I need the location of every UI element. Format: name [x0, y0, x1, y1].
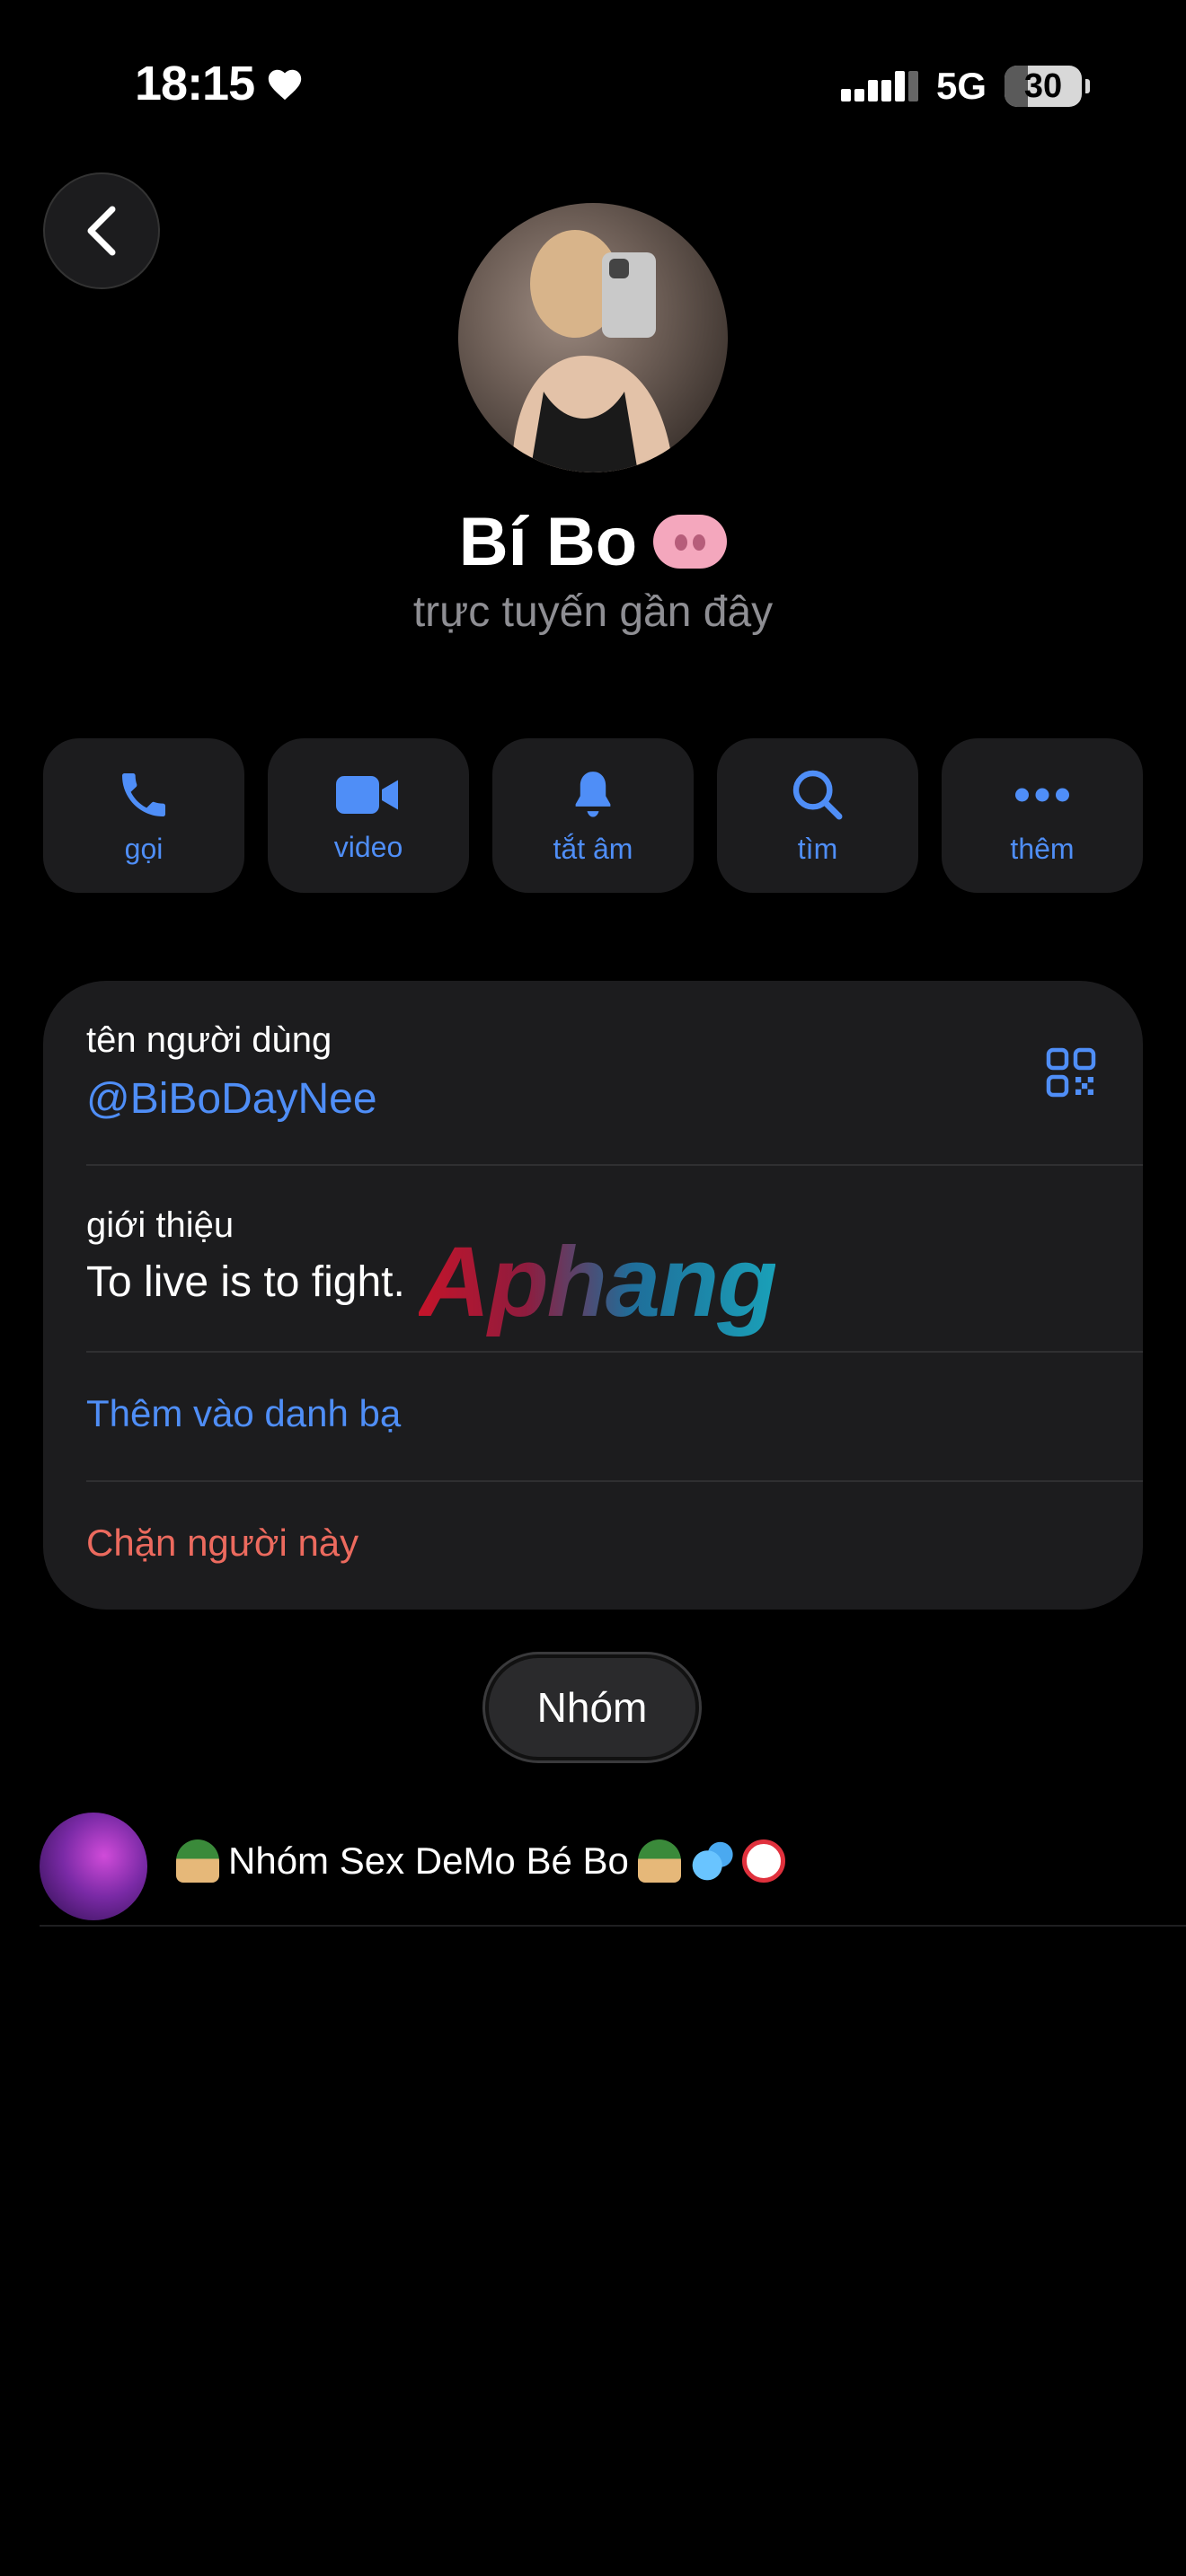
qr-code-icon [1046, 1047, 1096, 1098]
info-card: tên người dùng @BiBoDayNee giới thiệu To… [43, 981, 1143, 1610]
battery-tip [1085, 79, 1091, 93]
signal-icon [841, 71, 918, 101]
group-avatar [40, 1813, 147, 1920]
more-dots-icon [1015, 788, 1069, 801]
pig-emoji-icon [653, 514, 728, 569]
username-label: tên người dùng [86, 1020, 332, 1060]
more-label: thêm [1010, 832, 1075, 865]
mute-button[interactable]: tắt âm [492, 738, 694, 893]
action-bar: gọi video tắt âm tìm thêm [43, 738, 1143, 893]
chevron-left-icon [87, 206, 116, 256]
watermark-logo: Aphang [419, 1227, 777, 1337]
list-item[interactable]: Nhóm Sex DeMo Bé Bo [0, 1804, 1186, 1926]
house-emoji-icon [637, 1839, 681, 1883]
divider [40, 1925, 1186, 1927]
status-time: 18:15 [135, 56, 305, 111]
network-type: 5G [936, 65, 987, 107]
house-emoji-icon [176, 1839, 219, 1883]
qr-code-button[interactable] [1044, 1045, 1098, 1099]
add-contact-button[interactable]: Thêm vào danh bạ [86, 1392, 401, 1435]
search-icon [792, 770, 843, 819]
video-button[interactable]: video [268, 738, 469, 893]
no-under-18-emoji-icon [741, 1839, 785, 1883]
heart-icon [268, 69, 302, 101]
group-title: Nhóm Sex DeMo Bé Bo [176, 1839, 785, 1883]
group-title-text: Nhóm Sex DeMo Bé Bo [228, 1839, 629, 1882]
bio-label: giới thiệu [86, 1205, 235, 1245]
bell-icon [575, 771, 611, 817]
battery-percent: 30 [1023, 67, 1063, 105]
profile-name-text: Bí Bo [458, 504, 638, 580]
back-button[interactable] [43, 172, 160, 289]
status-indicators: 5G 30 [841, 61, 1091, 111]
video-label: video [333, 830, 403, 863]
phone-icon [122, 772, 165, 816]
time-label: 18:15 [135, 57, 255, 110]
video-camera-icon [336, 775, 398, 814]
block-user-button[interactable]: Chặn người này [86, 1522, 358, 1565]
search-button[interactable]: tìm [717, 738, 918, 893]
more-button[interactable]: thêm [942, 738, 1143, 893]
mute-label: tắt âm [553, 832, 633, 865]
avatar-photo [512, 230, 674, 472]
bio-value: To live is to fight. [86, 1258, 405, 1306]
profile-avatar[interactable] [458, 203, 728, 472]
divider [86, 1480, 1143, 1482]
divider [86, 1164, 1143, 1166]
profile-status: trực tuyến gần đây [412, 588, 774, 636]
username-value[interactable]: @BiBoDayNee [86, 1074, 377, 1124]
call-button[interactable]: gọi [43, 738, 244, 893]
battery-icon: 30 [1005, 66, 1083, 107]
search-label: tìm [797, 832, 838, 865]
tab-groups[interactable]: Nhóm [485, 1654, 699, 1760]
profile-name: Bí Bo [0, 503, 1186, 581]
sweat-drops-emoji-icon [689, 1839, 733, 1883]
divider [86, 1351, 1143, 1353]
call-label: gọi [124, 832, 164, 865]
